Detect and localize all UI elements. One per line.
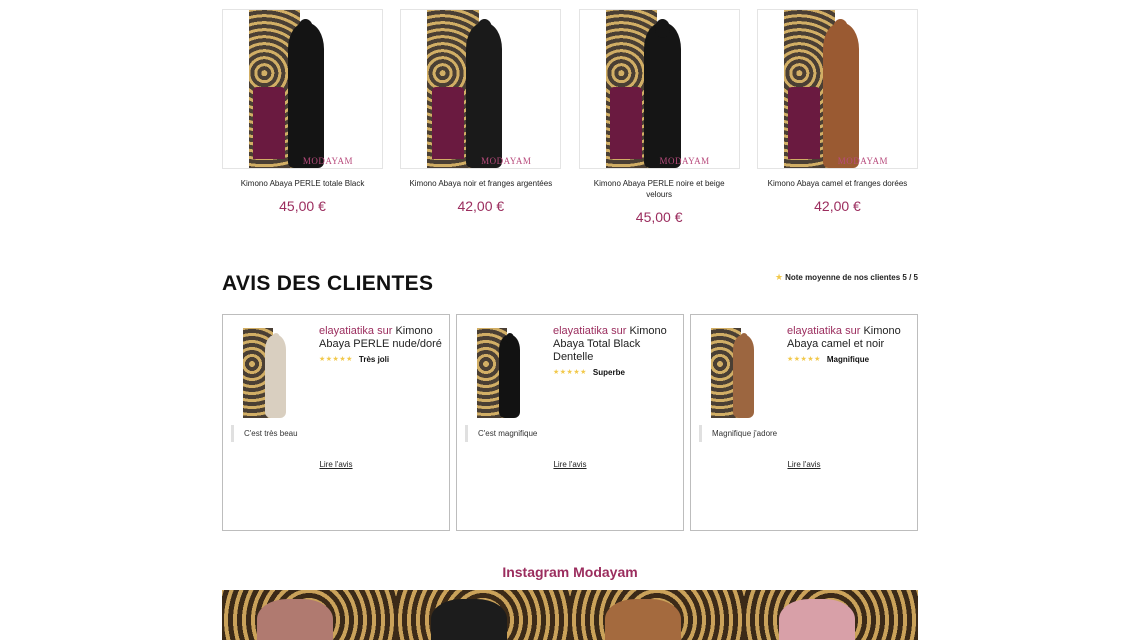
review-comment: C'est magnifique [465, 425, 665, 442]
product-name[interactable]: Kimono Abaya PERLE totale Black [222, 178, 383, 189]
product-card[interactable]: MODAYAM Kimono Abaya PERLE noire et beig… [578, 9, 740, 225]
reviews-carousel: elayatiatika sur Kimono Abaya PERLE nude… [222, 314, 918, 531]
instagram-title[interactable]: Instagram Modayam [0, 564, 1140, 580]
product-image[interactable]: MODAYAM [756, 9, 918, 169]
review-author: elayatiatika [553, 325, 609, 337]
brand-watermark: MODAYAM [302, 156, 353, 166]
instagram-post[interactable] [570, 590, 744, 640]
review-product-image[interactable] [243, 328, 305, 418]
instagram-feed [222, 590, 918, 640]
review-verdict: Magnifique [826, 355, 870, 364]
brand-watermark: MODAYAM [659, 156, 710, 166]
review-product-image[interactable] [711, 328, 773, 418]
product-price: 45,00 € [279, 198, 326, 214]
average-rating-text: Note moyenne de nos clientes 5 / 5 [785, 273, 918, 282]
product-price: 42,00 € [457, 198, 505, 214]
review-comment: C'est très beau [231, 425, 431, 442]
review-header: elayatiatika sur Kimono Abaya Total Blac… [553, 325, 679, 379]
product-grid: MODAYAM Kimono Abaya PERLE totale Black … [222, 9, 918, 225]
review-joiner: sur [611, 325, 627, 337]
product-card[interactable]: MODAYAM Kimono Abaya camel et franges do… [756, 9, 918, 224]
reviews-section-title: AVIS DES CLIENTES [222, 272, 434, 295]
brand-watermark: MODAYAM [481, 156, 532, 166]
review-card[interactable]: elayatiatika sur Kimono Abaya PERLE nude… [222, 314, 450, 531]
product-image[interactable]: MODAYAM [578, 9, 740, 169]
review-joiner: sur [845, 325, 861, 337]
review-header: elayatiatika sur Kimono Abaya PERLE nude… [319, 325, 445, 366]
rating-stars-icon: ★★★★★ [553, 369, 587, 376]
review-joiner: sur [377, 325, 393, 337]
read-review-link[interactable]: Lire l'avis [691, 460, 917, 469]
rating-stars-icon: ★★★★★ [787, 356, 821, 363]
product-price: 45,00 € [635, 209, 683, 225]
review-comment: Magnifique j'adore [699, 425, 899, 442]
rating-stars-icon: ★★★★★ [319, 356, 353, 363]
read-review-link[interactable]: Lire l'avis [457, 460, 683, 469]
product-card[interactable]: MODAYAM Kimono Abaya PERLE totale Black … [222, 9, 383, 224]
instagram-post[interactable] [222, 590, 396, 640]
star-icon: ★ [774, 272, 784, 282]
review-product-image[interactable] [477, 328, 539, 418]
review-author: elayatiatika [319, 325, 375, 337]
review-verdict: Superbe [592, 368, 625, 377]
average-rating-note: ★ Note moyenne de nos clientes 5 / 5 [775, 272, 918, 283]
review-card[interactable]: elayatiatika sur Kimono Abaya camel et n… [690, 314, 918, 531]
product-name[interactable]: Kimono Abaya noir et franges argentées [400, 178, 561, 189]
review-verdict: Très joli [358, 355, 390, 364]
product-card[interactable]: MODAYAM Kimono Abaya noir et franges arg… [400, 9, 562, 224]
review-header: elayatiatika sur Kimono Abaya camel et n… [787, 325, 913, 366]
brand-watermark: MODAYAM [837, 156, 888, 166]
review-card[interactable]: elayatiatika sur Kimono Abaya Total Blac… [456, 314, 684, 531]
read-review-link[interactable]: Lire l'avis [223, 460, 449, 469]
product-image[interactable]: MODAYAM [222, 9, 383, 169]
product-name[interactable]: Kimono Abaya camel et franges dorées [757, 178, 918, 189]
instagram-post[interactable] [396, 590, 570, 640]
product-price: 42,00 € [814, 198, 861, 214]
review-author: elayatiatika [787, 325, 843, 337]
product-image[interactable]: MODAYAM [400, 9, 562, 169]
product-name[interactable]: Kimono Abaya PERLE noire et beige velour… [579, 178, 740, 200]
instagram-post[interactable] [744, 590, 918, 640]
